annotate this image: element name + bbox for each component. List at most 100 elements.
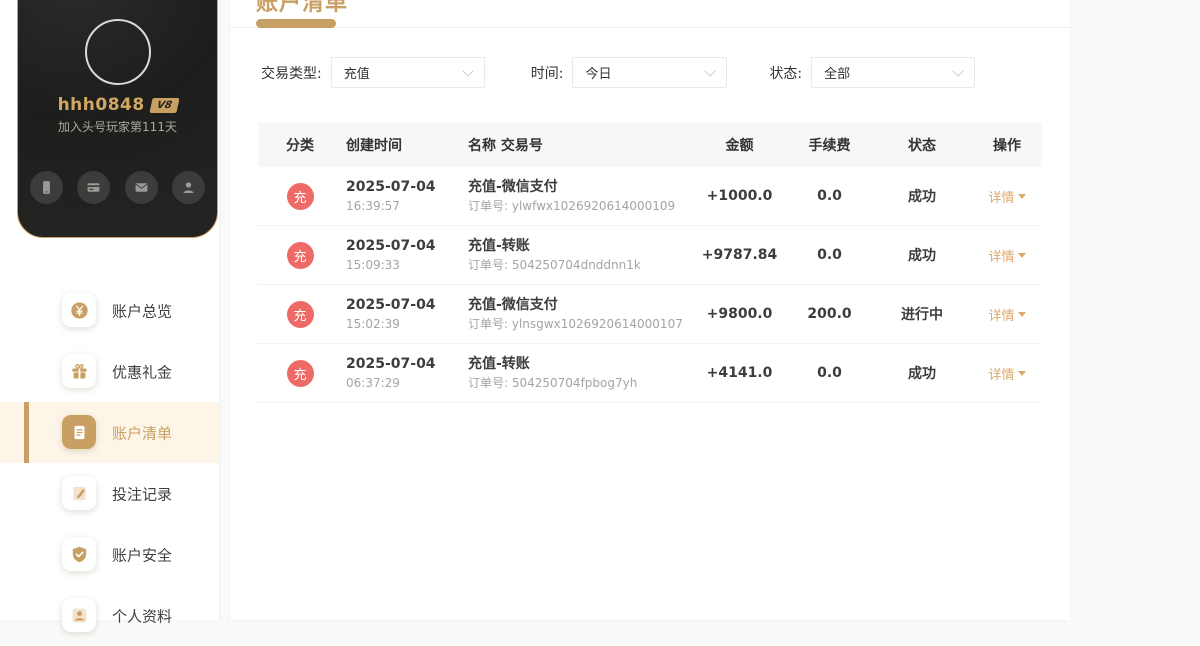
filter-label: 时间: [530, 65, 564, 82]
category-badge: 充 [286, 182, 314, 210]
chevron-down-icon [462, 65, 474, 77]
transaction-name: 充值-微信支付 [468, 178, 558, 195]
created-date: 2025-07-04 [346, 296, 436, 313]
sidebar-item-promo-gift[interactable]: 优惠礼金 [0, 341, 219, 402]
selected-value: 全部 [824, 67, 851, 82]
contacts-button[interactable] [171, 171, 205, 204]
created-date: 2025-07-04 [346, 237, 436, 254]
fee: 0.0 [817, 247, 842, 263]
category-badge: 充 [286, 241, 314, 269]
column-header: 名称 交易号 [468, 137, 543, 154]
detail-link[interactable]: 详情 [988, 246, 1026, 265]
mobile-icon [38, 179, 55, 196]
page-title: 账户清单 [256, 0, 349, 16]
sidebar-item-bet-records[interactable]: 投注记录 [0, 463, 219, 524]
amount: +9800.0 [706, 306, 773, 322]
status-select[interactable]: 全部 [811, 57, 976, 88]
order-number: 订单号: ylnsgwx1026920614000107 [468, 316, 683, 331]
sidebar-item-label: 账户总览 [112, 302, 173, 320]
caret-down-icon [1017, 252, 1026, 258]
time-range-select[interactable]: 今日 [572, 57, 728, 88]
column-header: 状态 [908, 137, 936, 154]
title-underline [256, 19, 336, 28]
transaction-name: 充值-转账 [468, 355, 530, 372]
mail-button[interactable] [124, 171, 158, 204]
column-header: 分类 [286, 137, 314, 154]
column-header: 手续费 [808, 137, 851, 154]
order-number: 订单号: ylwfwx1026920614000109 [468, 198, 676, 213]
main-panel: 账户清单 交易类型: 充值 时间: 今日 状态: 全部 分类 创建时间 名称 交易号… [230, 0, 1070, 620]
selected-value: 今日 [585, 67, 612, 82]
profile-card: hhh0848 V8 加入头号玩家第111天 [17, 0, 218, 238]
quick-actions [18, 171, 217, 204]
chevron-down-icon [704, 65, 717, 77]
filter-group: 状态: 全部 [769, 57, 976, 88]
sidebar-item-account-overview[interactable]: 账户总览 [0, 280, 219, 341]
vip-level-badge: V8 [149, 98, 180, 113]
table-body: 充 2025-07-04 16:39:57 充值-微信支付 订单号: ylwfw… [258, 167, 1042, 403]
column-header: 金额 [725, 137, 754, 154]
transaction-name: 充值-转账 [468, 237, 530, 254]
sidebar-item-label: 账户安全 [112, 546, 173, 564]
order-number: 订单号: 504250704fpbog7yh [468, 375, 638, 390]
header-divider [230, 27, 1070, 28]
bank-card-button[interactable] [77, 171, 111, 204]
detail-link[interactable]: 详情 [988, 305, 1026, 324]
bank-card-icon [85, 179, 102, 196]
mobile-button[interactable] [30, 171, 63, 204]
pencil-note-icon [62, 476, 96, 510]
sidebar-item-personal-profile[interactable]: 个人资料 [0, 585, 219, 646]
sidebar: hhh0848 V8 加入头号玩家第111天 账户总览 优惠礼金 账户清单 投注记… [0, 0, 219, 632]
amount: +1000.0 [706, 188, 773, 204]
yuan-circle-icon [62, 293, 96, 327]
column-header: 操作 [993, 137, 1021, 154]
category-badge: 充 [286, 359, 314, 387]
fee: 200.0 [807, 306, 852, 322]
detail-link[interactable]: 详情 [988, 187, 1026, 206]
sidebar-item-label: 账户清单 [112, 424, 173, 442]
amount: +9787.84 [701, 247, 778, 263]
caret-down-icon [1017, 370, 1026, 376]
status: 成功 [908, 366, 936, 382]
transaction-type-select[interactable]: 充值 [330, 57, 485, 88]
amount: +4141.0 [706, 365, 773, 381]
filter-bar: 交易类型: 充值 时间: 今日 状态: 全部 [261, 57, 976, 88]
chevron-down-icon [952, 65, 964, 77]
order-number: 订单号: 504250704dnddnn1k [468, 257, 641, 272]
person-icon [62, 598, 96, 632]
selected-value: 充值 [343, 67, 370, 82]
table-row: 充 2025-07-04 15:02:39 充值-微信支付 订单号: ylnsg… [258, 285, 1042, 344]
contacts-icon [180, 179, 197, 196]
shield-check-icon [62, 537, 96, 571]
member-days-text: 加入头号玩家第111天 [58, 120, 177, 134]
gift-icon [62, 354, 96, 388]
created-time: 06:37:29 [346, 375, 400, 390]
transactions-table: 分类 创建时间 名称 交易号 金额 手续费 状态 操作 充 2025-07-04 16:39… [258, 122, 1042, 403]
filter-group: 交易类型: 充值 [261, 57, 485, 88]
sidebar-nav: 账户总览 优惠礼金 账户清单 投注记录 账户安全 个人资料 [0, 280, 219, 646]
sidebar-item-label: 投注记录 [112, 485, 173, 503]
document-icon [62, 415, 96, 449]
filter-group: 时间: 今日 [531, 57, 728, 88]
fee: 0.0 [817, 188, 842, 204]
category-badge: 充 [286, 300, 314, 328]
created-date: 2025-07-04 [346, 355, 436, 372]
sidebar-item-account-statement[interactable]: 账户清单 [0, 402, 219, 463]
created-date: 2025-07-04 [346, 178, 436, 195]
username: hhh0848 [57, 95, 145, 115]
created-time: 15:09:33 [346, 257, 400, 272]
table-row: 充 2025-07-04 06:37:29 充值-转账 订单号: 5042507… [258, 344, 1042, 403]
filter-label: 状态: [769, 65, 803, 82]
detail-link[interactable]: 详情 [988, 364, 1026, 383]
mail-icon [133, 179, 150, 196]
status: 成功 [908, 189, 936, 205]
table-row: 充 2025-07-04 16:39:57 充值-微信支付 订单号: ylwfw… [258, 167, 1042, 226]
table-row: 充 2025-07-04 15:09:33 充值-转账 订单号: 5042507… [258, 226, 1042, 285]
status: 进行中 [901, 307, 943, 323]
caret-down-icon [1017, 311, 1026, 317]
sidebar-item-label: 个人资料 [112, 607, 173, 625]
sidebar-item-label: 优惠礼金 [112, 363, 173, 381]
sidebar-item-account-security[interactable]: 账户安全 [0, 524, 219, 585]
fee: 0.0 [817, 365, 842, 381]
status: 成功 [908, 248, 936, 264]
